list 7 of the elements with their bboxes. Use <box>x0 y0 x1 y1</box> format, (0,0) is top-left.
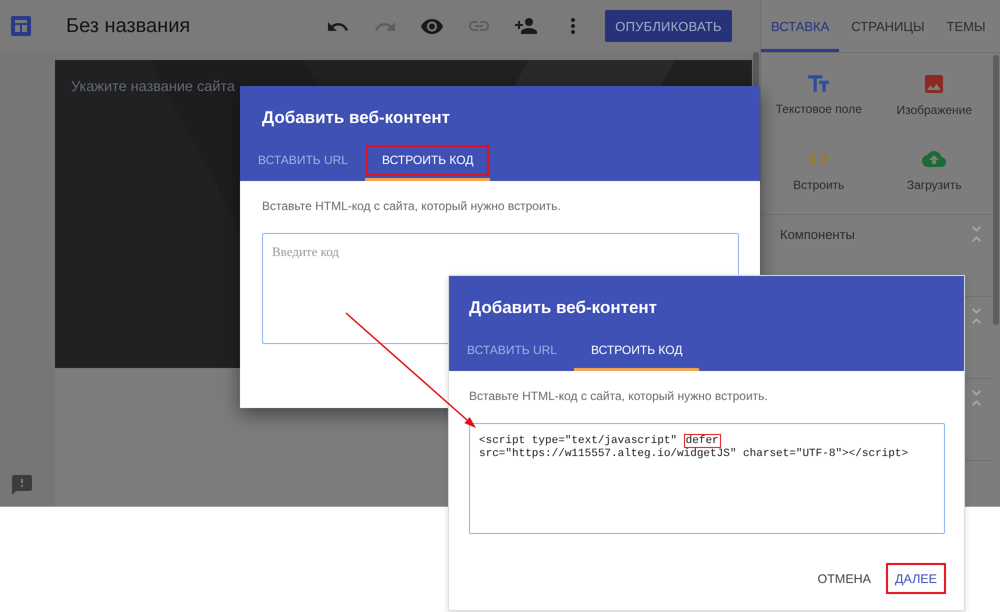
dialog-hint: Вставьте HTML-код с сайта, который нужно встроить. <box>469 389 769 403</box>
dialog-hint: Вставьте HTML-код с сайта, который нужно встроить. <box>262 199 562 213</box>
dialog-title: Добавить веб-контент <box>469 297 657 319</box>
dialog-title: Добавить веб-контент <box>262 107 450 129</box>
highlighted-keyword: defer <box>684 434 721 448</box>
code-text: <script type="text/javascript" <box>479 435 678 447</box>
code-text: src="https://w115557.alteg.io/widgetJS" charset="UTF-8"></script> <box>479 448 908 460</box>
